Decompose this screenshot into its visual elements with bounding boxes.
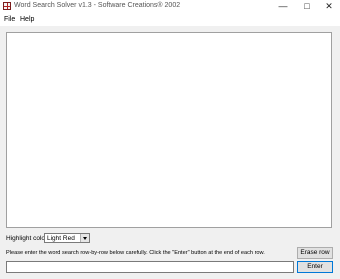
menu-help[interactable]: Help	[20, 16, 34, 23]
close-button[interactable]: ✕	[318, 0, 340, 14]
erase-row-button[interactable]: Erase row	[297, 247, 333, 259]
instructions-text: Please enter the word search row-by-row …	[6, 250, 265, 256]
highlight-color-select[interactable]: Light Red	[44, 233, 90, 243]
menu-file[interactable]: File	[4, 16, 15, 23]
window-title: Word Search Solver v1.3 - Software Creat…	[14, 2, 181, 9]
row-input[interactable]	[6, 261, 294, 273]
chevron-down-icon[interactable]	[80, 234, 89, 242]
title-bar: Word Search Solver v1.3 - Software Creat…	[0, 0, 340, 14]
app-icon[interactable]	[3, 2, 11, 10]
menu-bar: File Help	[0, 14, 340, 26]
puzzle-grid-area[interactable]	[6, 32, 332, 228]
maximize-button[interactable]: □	[296, 0, 318, 14]
highlight-color-value: Light Red	[47, 235, 75, 242]
minimize-button[interactable]: —	[272, 0, 294, 14]
enter-button[interactable]: Enter	[297, 261, 333, 273]
highlight-color-label: Highlight color:	[6, 235, 49, 242]
